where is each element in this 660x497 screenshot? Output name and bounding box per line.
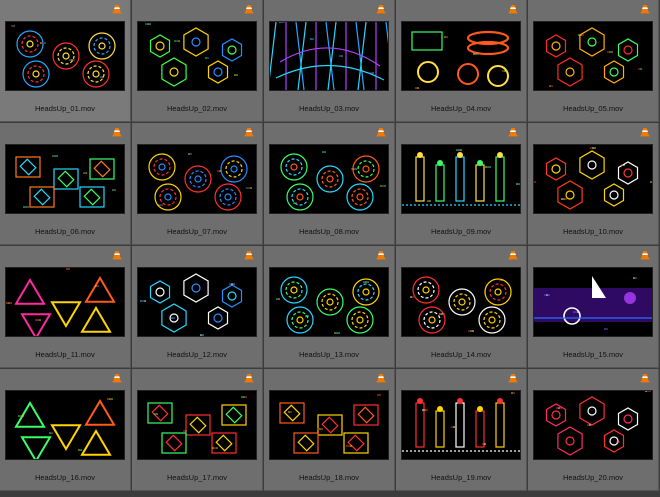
video-thumbnail	[6, 145, 124, 213]
file-name-label: HeadsUp_14.mov	[430, 350, 492, 359]
file-name-label: HeadsUp_02.mov	[166, 104, 228, 113]
thumbnail-grid: HeadsUp_01.mov HeadsUp_02.mov HeadsUp_03.m…	[0, 0, 660, 497]
vlc-cone-icon	[244, 250, 254, 260]
file-tile[interactable]: HeadsUp_07.mov	[132, 123, 263, 245]
vlc-cone-icon	[640, 4, 650, 14]
video-thumbnail	[534, 145, 652, 213]
file-tile[interactable]: HeadsUp_01.mov	[0, 0, 131, 122]
vlc-cone-icon	[640, 373, 650, 383]
video-thumbnail	[138, 268, 256, 336]
file-name-label: HeadsUp_18.mov	[298, 473, 360, 482]
vlc-cone-icon	[508, 250, 518, 260]
file-tile[interactable]: HeadsUp_12.mov	[132, 246, 263, 368]
file-name-label: HeadsUp_12.mov	[166, 350, 228, 359]
video-thumbnail	[402, 268, 520, 336]
file-tile[interactable]: HeadsUp_05.mov	[528, 0, 659, 122]
file-tile[interactable]: HeadsUp_06.mov	[0, 123, 131, 245]
vlc-cone-icon	[640, 127, 650, 137]
file-name-label: HeadsUp_10.mov	[562, 227, 624, 236]
file-tile[interactable]: HeadsUp_03.mov	[264, 0, 395, 122]
video-thumbnail	[6, 391, 124, 459]
video-thumbnail	[138, 145, 256, 213]
vlc-cone-icon	[244, 373, 254, 383]
file-name-label: HeadsUp_13.mov	[298, 350, 360, 359]
vlc-cone-icon	[376, 127, 386, 137]
file-tile[interactable]: HeadsUp_08.mov	[264, 123, 395, 245]
vlc-cone-icon	[508, 373, 518, 383]
vlc-cone-icon	[376, 373, 386, 383]
vlc-cone-icon	[508, 4, 518, 14]
file-name-label: HeadsUp_06.mov	[34, 227, 96, 236]
file-name-label: HeadsUp_05.mov	[562, 104, 624, 113]
video-thumbnail	[138, 22, 256, 90]
video-thumbnail	[138, 391, 256, 459]
video-thumbnail	[534, 391, 652, 459]
file-name-label: HeadsUp_19.mov	[430, 473, 492, 482]
file-tile[interactable]: HeadsUp_20.mov	[528, 369, 659, 491]
file-tile[interactable]: HeadsUp_18.mov	[264, 369, 395, 491]
file-tile[interactable]: HeadsUp_11.mov	[0, 246, 131, 368]
file-name-label: HeadsUp_11.mov	[35, 350, 95, 359]
vlc-cone-icon	[112, 127, 122, 137]
vlc-cone-icon	[376, 4, 386, 14]
video-thumbnail	[270, 391, 388, 459]
file-tile[interactable]: HeadsUp_19.mov	[396, 369, 527, 491]
video-thumbnail	[6, 268, 124, 336]
file-tile[interactable]: HeadsUp_17.mov	[132, 369, 263, 491]
vlc-cone-icon	[508, 127, 518, 137]
vlc-cone-icon	[244, 4, 254, 14]
file-name-label: HeadsUp_01.mov	[34, 104, 96, 113]
file-name-label: HeadsUp_15.mov	[562, 350, 624, 359]
vlc-cone-icon	[112, 373, 122, 383]
video-thumbnail	[534, 22, 652, 90]
vlc-cone-icon	[112, 250, 122, 260]
file-name-label: HeadsUp_16.mov	[34, 473, 96, 482]
vlc-cone-icon	[112, 4, 122, 14]
vlc-cone-icon	[244, 127, 254, 137]
file-tile[interactable]: HeadsUp_10.mov	[528, 123, 659, 245]
video-thumbnail	[402, 145, 520, 213]
file-tile[interactable]: HeadsUp_04.mov	[396, 0, 527, 122]
file-tile[interactable]: HeadsUp_14.mov	[396, 246, 527, 368]
file-tile[interactable]: HeadsUp_09.mov	[396, 123, 527, 245]
video-thumbnail	[270, 268, 388, 336]
file-name-label: HeadsUp_09.mov	[430, 227, 492, 236]
vlc-cone-icon	[376, 250, 386, 260]
file-name-label: HeadsUp_04.mov	[430, 104, 492, 113]
file-name-label: HeadsUp_08.mov	[298, 227, 360, 236]
video-thumbnail	[6, 22, 124, 90]
file-tile[interactable]: HeadsUp_02.mov	[132, 0, 263, 122]
file-tile[interactable]: HeadsUp_16.mov	[0, 369, 131, 491]
file-name-label: HeadsUp_03.mov	[298, 104, 360, 113]
video-thumbnail	[270, 22, 388, 90]
video-thumbnail	[270, 145, 388, 213]
file-tile[interactable]: HeadsUp_15.mov	[528, 246, 659, 368]
file-tile[interactable]: HeadsUp_13.mov	[264, 246, 395, 368]
file-name-label: HeadsUp_07.mov	[166, 227, 228, 236]
vlc-cone-icon	[640, 250, 650, 260]
file-name-label: HeadsUp_20.mov	[562, 473, 624, 482]
video-thumbnail	[534, 268, 652, 336]
video-thumbnail	[402, 22, 520, 90]
file-name-label: HeadsUp_17.mov	[166, 473, 228, 482]
video-thumbnail	[402, 391, 520, 459]
